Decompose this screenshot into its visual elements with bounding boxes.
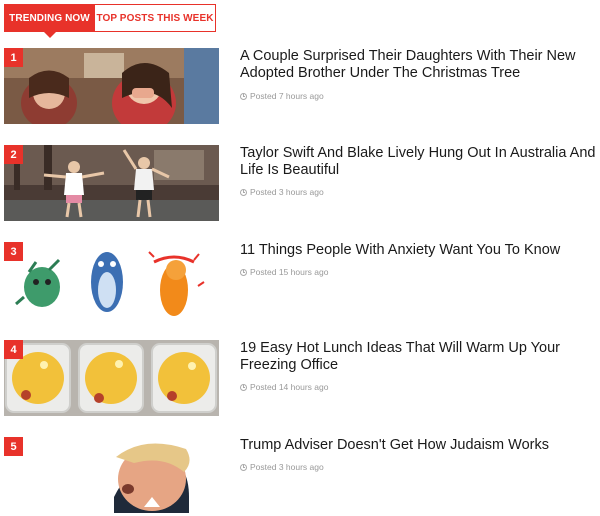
article-headline[interactable]: A Couple Surprised Their Daughters With …: [240, 48, 598, 82]
article-item-2: 2 Taylor Swift And Blake Lively Hung Out…: [4, 145, 596, 221]
posted-time: Posted 3 hours ago: [240, 462, 324, 472]
article-thumbnail-4[interactable]: 4: [4, 340, 219, 416]
posted-time: Posted 14 hours ago: [240, 382, 328, 392]
clock-icon: [240, 383, 247, 391]
posted-time-text: Posted 15 hours ago: [250, 267, 329, 277]
tab-trending-now[interactable]: TRENDING NOW: [4, 4, 95, 38]
photo-taylor-blake: [4, 145, 219, 221]
posted-time-text: Posted 7 hours ago: [250, 91, 324, 101]
article-item-1: 1 A Couple Surprised Their Daughters Wit…: [4, 48, 596, 124]
photo-lunch-containers: [4, 340, 219, 416]
article-item-3: 3 11 Things People With Anxiety Want You…: [4, 242, 596, 318]
posted-time-text: Posted 3 hours ago: [250, 462, 324, 472]
article-thumbnail-3[interactable]: 3: [4, 242, 219, 318]
photo-girls-surprise: [4, 48, 219, 124]
rank-badge: 5: [4, 437, 23, 456]
article-thumbnail-5[interactable]: 5: [4, 437, 219, 513]
article-item-5: 5 Trump Adviser Doesn't Get How Judaism …: [4, 437, 596, 513]
rank-badge: 1: [4, 48, 23, 67]
article-thumbnail-1[interactable]: 1: [4, 48, 219, 124]
article-item-4: 4 19 Easy Hot Lunch Ideas That Will Warm…: [4, 340, 596, 416]
posted-time: Posted 3 hours ago: [240, 187, 324, 197]
rank-badge: 4: [4, 340, 23, 359]
rank-badge: 3: [4, 242, 23, 261]
tab-bar: TRENDING NOW TOP POSTS THIS WEEK: [4, 4, 216, 38]
article-headline[interactable]: 19 Easy Hot Lunch Ideas That Will Warm U…: [240, 340, 598, 374]
rank-badge: 2: [4, 145, 23, 164]
clock-icon: [240, 92, 247, 100]
clock-icon: [240, 188, 247, 196]
illustration-anxiety-creatures: [4, 242, 219, 318]
tab-top-posts-this-week[interactable]: TOP POSTS THIS WEEK: [95, 4, 216, 32]
posted-time: Posted 7 hours ago: [240, 91, 324, 101]
clock-icon: [240, 268, 247, 276]
posted-time: Posted 15 hours ago: [240, 267, 328, 277]
posted-time-text: Posted 3 hours ago: [250, 187, 324, 197]
photo-trump: [4, 437, 219, 513]
posted-time-text: Posted 14 hours ago: [250, 382, 329, 392]
article-headline[interactable]: Taylor Swift And Blake Lively Hung Out I…: [240, 145, 598, 179]
article-thumbnail-2[interactable]: 2: [4, 145, 219, 221]
article-headline[interactable]: 11 Things People With Anxiety Want You T…: [240, 242, 598, 259]
clock-icon: [240, 463, 247, 471]
article-headline[interactable]: Trump Adviser Doesn't Get How Judaism Wo…: [240, 437, 598, 454]
